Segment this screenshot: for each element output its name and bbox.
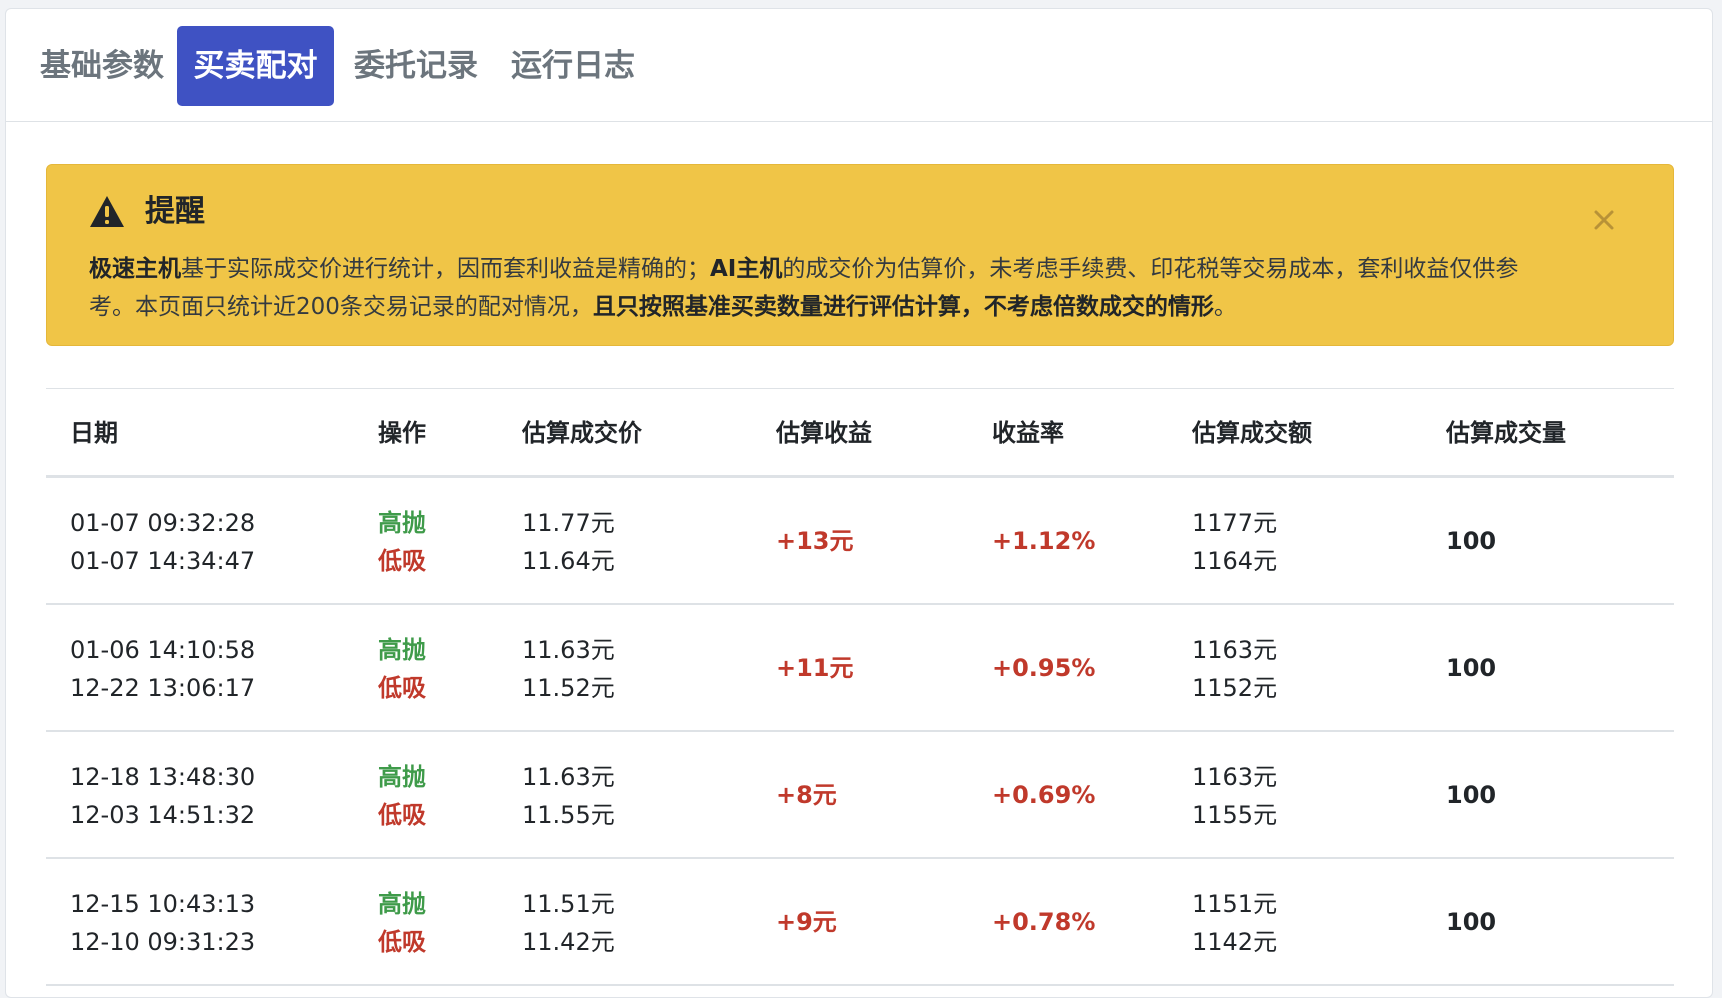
header-est-profit: 估算收益 bbox=[776, 419, 872, 447]
buy-operation: 低吸 bbox=[378, 674, 426, 702]
quantity-value: 100 bbox=[1446, 908, 1497, 936]
table-row: 12-18 13:48:30 12-03 14:51:32 高抛 低吸 11.6… bbox=[46, 732, 1674, 859]
alert-text-part: 。 bbox=[1213, 294, 1237, 320]
table-header: 日期 操作 估算成交价 估算收益 收益率 估算成交额 估算成交量 bbox=[46, 389, 1674, 478]
close-icon[interactable] bbox=[1589, 205, 1619, 235]
header-date: 日期 bbox=[70, 419, 118, 447]
amount-cell: 1163元 1152元 bbox=[1192, 631, 1277, 707]
buy-amount: 1152元 bbox=[1192, 674, 1278, 702]
profit-value: +11元 bbox=[776, 654, 854, 682]
alert-title: 提醒 bbox=[145, 194, 205, 229]
alert-text-fast-host: 极速主机 bbox=[89, 256, 181, 282]
sell-operation: 高抛 bbox=[378, 509, 426, 537]
header-est-price: 估算成交价 bbox=[522, 419, 642, 447]
sell-price: 11.63元 bbox=[522, 763, 615, 791]
profit-rate-value: +0.69% bbox=[992, 781, 1096, 809]
quantity-value: 100 bbox=[1446, 527, 1497, 555]
table-row: 01-06 14:10:58 12-22 13:06:17 高抛 低吸 11.6… bbox=[46, 605, 1674, 732]
quantity-value: 100 bbox=[1446, 781, 1497, 809]
alert-message: 极速主机基于实际成交价进行统计，因而套利收益是精确的；AI主机的成交价为估算价，… bbox=[89, 250, 1559, 326]
buy-operation: 低吸 bbox=[378, 801, 426, 829]
price-cell: 11.63元 11.55元 bbox=[522, 758, 615, 834]
table-row: 01-07 09:32:28 01-07 14:34:47 高抛 低吸 11.7… bbox=[46, 478, 1674, 605]
tab-trade-pairing[interactable]: 买卖配对 bbox=[177, 26, 334, 106]
buy-price: 11.42元 bbox=[522, 928, 615, 956]
header-est-quantity: 估算成交量 bbox=[1446, 419, 1566, 447]
buy-amount: 1155元 bbox=[1192, 801, 1278, 829]
sell-amount: 1151元 bbox=[1192, 890, 1278, 918]
profit-rate-value: +1.12% bbox=[992, 527, 1096, 555]
date-cell: 12-15 10:43:13 12-10 09:31:23 bbox=[70, 885, 255, 961]
buy-date: 12-22 13:06:17 bbox=[70, 674, 256, 702]
table-row: 12-15 10:43:13 12-10 09:31:23 高抛 低吸 11.5… bbox=[46, 859, 1674, 986]
buy-date: 01-07 14:34:47 bbox=[70, 547, 256, 575]
amount-cell: 1163元 1155元 bbox=[1192, 758, 1277, 834]
buy-date: 12-10 09:31:23 bbox=[70, 928, 256, 956]
sell-operation: 高抛 bbox=[378, 890, 426, 918]
sell-date: 01-06 14:10:58 bbox=[70, 636, 256, 664]
quantity-value: 100 bbox=[1446, 654, 1497, 682]
sell-operation: 高抛 bbox=[378, 763, 426, 791]
sell-price: 11.63元 bbox=[522, 636, 615, 664]
header-profit-rate: 收益率 bbox=[992, 419, 1064, 447]
operation-cell: 高抛 低吸 bbox=[378, 758, 426, 834]
date-cell: 01-07 09:32:28 01-07 14:34:47 bbox=[70, 504, 255, 580]
pairing-table: 日期 操作 估算成交价 估算收益 收益率 估算成交额 估算成交量 01-07 0… bbox=[46, 388, 1674, 986]
buy-amount: 1164元 bbox=[1192, 547, 1278, 575]
sell-amount: 1177元 bbox=[1192, 509, 1278, 537]
profit-value: +9元 bbox=[776, 908, 837, 936]
price-cell: 11.63元 11.52元 bbox=[522, 631, 615, 707]
sell-amount: 1163元 bbox=[1192, 636, 1278, 664]
tab-run-log[interactable]: 运行日志 bbox=[511, 26, 635, 106]
sell-date: 12-15 10:43:13 bbox=[70, 890, 256, 918]
buy-amount: 1142元 bbox=[1192, 928, 1278, 956]
date-cell: 01-06 14:10:58 12-22 13:06:17 bbox=[70, 631, 255, 707]
buy-operation: 低吸 bbox=[378, 928, 426, 956]
buy-price: 11.64元 bbox=[522, 547, 615, 575]
sell-date: 12-18 13:48:30 bbox=[70, 763, 256, 791]
price-cell: 11.51元 11.42元 bbox=[522, 885, 615, 961]
sell-operation: 高抛 bbox=[378, 636, 426, 664]
profit-value: +13元 bbox=[776, 527, 854, 555]
tab-basic-params[interactable]: 基础参数 bbox=[40, 26, 164, 106]
price-cell: 11.77元 11.64元 bbox=[522, 504, 615, 580]
operation-cell: 高抛 低吸 bbox=[378, 504, 426, 580]
alert-text-ai-host: AI主机 bbox=[710, 256, 783, 282]
sell-price: 11.51元 bbox=[522, 890, 615, 918]
sell-price: 11.77元 bbox=[522, 509, 615, 537]
operation-cell: 高抛 低吸 bbox=[378, 631, 426, 707]
date-cell: 12-18 13:48:30 12-03 14:51:32 bbox=[70, 758, 255, 834]
buy-price: 11.52元 bbox=[522, 674, 615, 702]
profit-rate-value: +0.95% bbox=[992, 654, 1096, 682]
profit-value: +8元 bbox=[776, 781, 837, 809]
alert-text-emphasis: 且只按照基准买卖数量进行评估计算，不考虑倍数成交的情形 bbox=[592, 294, 1214, 320]
buy-operation: 低吸 bbox=[378, 547, 426, 575]
buy-price: 11.55元 bbox=[522, 801, 615, 829]
tab-order-records[interactable]: 委托记录 bbox=[354, 26, 478, 106]
header-est-amount: 估算成交额 bbox=[1192, 419, 1312, 447]
operation-cell: 高抛 低吸 bbox=[378, 885, 426, 961]
reminder-alert: 提醒 极速主机基于实际成交价进行统计，因而套利收益是精确的；AI主机的成交价为估… bbox=[46, 164, 1674, 346]
amount-cell: 1151元 1142元 bbox=[1192, 885, 1277, 961]
profit-rate-value: +0.78% bbox=[992, 908, 1096, 936]
sell-amount: 1163元 bbox=[1192, 763, 1278, 791]
warning-triangle-icon bbox=[90, 196, 124, 227]
sell-date: 01-07 09:32:28 bbox=[70, 509, 256, 537]
buy-date: 12-03 14:51:32 bbox=[70, 801, 256, 829]
tab-bar: 基础参数 买卖配对 委托记录 运行日志 bbox=[6, 9, 1712, 122]
header-operation: 操作 bbox=[378, 419, 426, 447]
alert-text-part: 基于实际成交价进行统计，因而套利收益是精确的； bbox=[181, 256, 710, 282]
amount-cell: 1177元 1164元 bbox=[1192, 504, 1277, 580]
trade-panel-card: 基础参数 买卖配对 委托记录 运行日志 提醒 极速主机基于实际成交价进行统计，因… bbox=[5, 8, 1713, 998]
